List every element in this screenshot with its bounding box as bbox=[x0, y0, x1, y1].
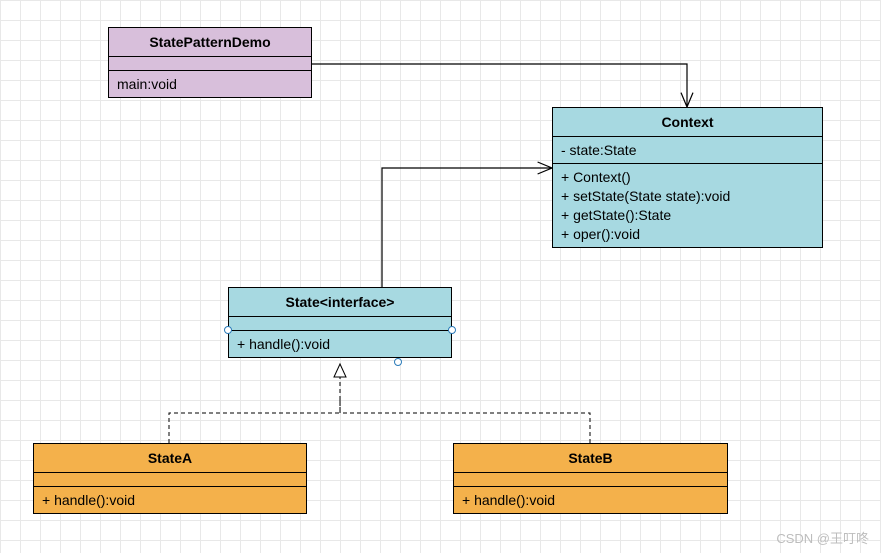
port-handle bbox=[394, 358, 402, 366]
attribute-row: - state:State bbox=[553, 137, 822, 164]
watermark: CSDN @王叮咚 bbox=[776, 528, 869, 547]
method-row: + oper():void bbox=[553, 223, 822, 247]
attributes-compartment bbox=[109, 57, 311, 71]
attributes-compartment bbox=[34, 473, 306, 487]
method-row: + getState():State bbox=[553, 204, 822, 223]
method-row: main:void bbox=[109, 71, 311, 97]
assoc-state-to-context bbox=[382, 168, 552, 287]
realize-state-a bbox=[169, 400, 340, 443]
method-row: + handle():void bbox=[34, 487, 306, 513]
class-title: StatePatternDemo bbox=[109, 28, 311, 57]
method-row: + setState(State state):void bbox=[553, 185, 822, 204]
port-handle bbox=[224, 326, 232, 334]
port-handle bbox=[448, 326, 456, 334]
method-row: + handle():void bbox=[229, 331, 451, 357]
assoc-demo-to-context bbox=[312, 64, 687, 107]
method-row: + handle():void bbox=[454, 487, 727, 513]
class-state-pattern-demo[interactable]: StatePatternDemo main:void bbox=[108, 27, 312, 98]
class-title: Context bbox=[553, 108, 822, 137]
class-context[interactable]: Context - state:State + Context() + setS… bbox=[552, 107, 823, 248]
method-row: + Context() bbox=[553, 164, 822, 185]
class-state-b[interactable]: StateB + handle():void bbox=[453, 443, 728, 514]
realize-state-b bbox=[340, 400, 590, 443]
class-title: State<interface> bbox=[229, 288, 451, 317]
class-title: StateB bbox=[454, 444, 727, 473]
attributes-compartment bbox=[454, 473, 727, 487]
class-state-a[interactable]: StateA + handle():void bbox=[33, 443, 307, 514]
class-state-interface[interactable]: State<interface> + handle():void bbox=[228, 287, 452, 358]
class-title: StateA bbox=[34, 444, 306, 473]
attributes-compartment bbox=[229, 317, 451, 331]
